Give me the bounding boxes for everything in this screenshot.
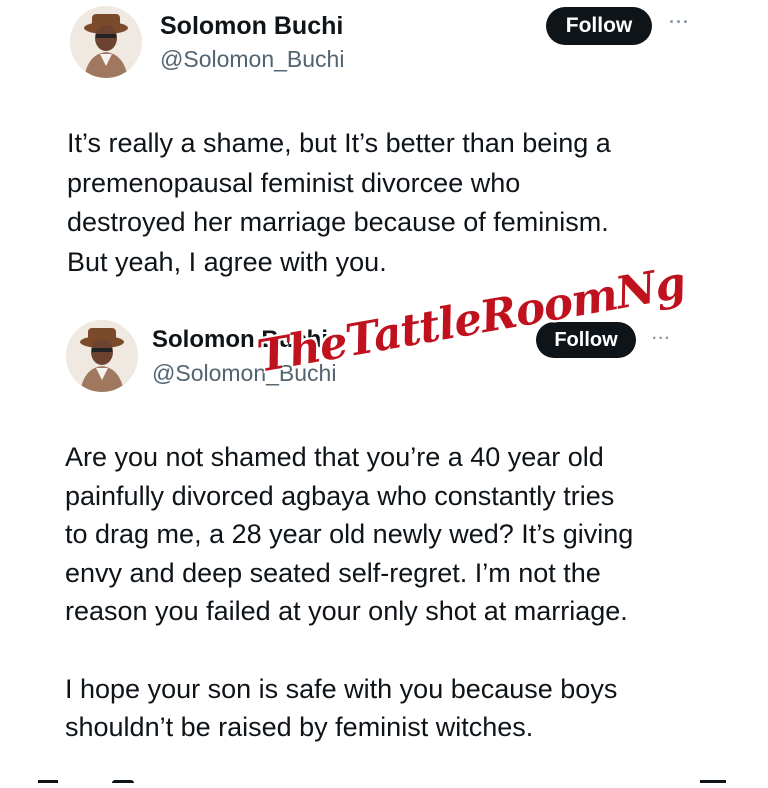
tweet-text: Are you not shamed that you’re a 40 year… xyxy=(65,442,634,743)
author-name[interactable]: Solomon Buchi xyxy=(160,12,343,41)
tweet-text: It’s really a shame, but It’s better tha… xyxy=(67,128,611,277)
follow-button[interactable]: Follow xyxy=(546,7,652,45)
avatar[interactable] xyxy=(70,6,142,78)
reply-icon[interactable] xyxy=(38,780,58,783)
bookmark-icon[interactable] xyxy=(700,780,726,783)
avatar[interactable] xyxy=(66,320,138,392)
author-handle[interactable]: @Solomon_Buchi xyxy=(160,46,344,73)
more-dots-icon[interactable]: ··· xyxy=(652,330,671,348)
tweet-1: Solomon Buchi @Solomon_Buchi Follow ··· … xyxy=(0,0,768,300)
more-dots-icon[interactable]: ··· xyxy=(669,12,690,33)
retweet-icon[interactable] xyxy=(112,780,134,783)
bottom-action-bar xyxy=(0,774,768,788)
tweet-2: Solomon Buchi @Solomon_Buchi Follow ··· … xyxy=(0,300,768,774)
